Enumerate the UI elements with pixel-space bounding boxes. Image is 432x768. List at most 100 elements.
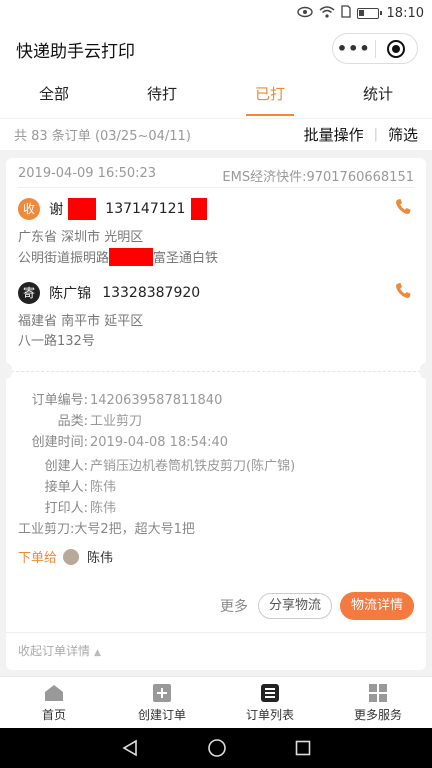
collapse-order-details-button[interactable]: 收起订单详情 ▲	[6, 632, 426, 670]
order-datetime: 2019-04-09 16:50:23	[18, 166, 157, 181]
battery-icon	[356, 7, 382, 19]
receiver-street: 公明街道振明路 富圣通白铁	[18, 248, 414, 269]
cargo-description: 工业剪刀:大号2把，超大号1把	[18, 522, 195, 537]
app-header: 快递助手云打印 •••	[0, 26, 432, 72]
app-title: 快递助手云打印	[16, 41, 135, 62]
home-circle-icon	[208, 739, 226, 757]
bottom-tab-bar: 首页 创建订单 订单列表 更多服务	[0, 676, 432, 728]
list-icon	[261, 683, 279, 702]
back-triangle-icon	[122, 739, 137, 757]
grid-icon	[369, 683, 387, 702]
card-divider	[6, 371, 426, 372]
order-number-label: 订单编号:	[31, 393, 88, 408]
logistics-detail-button[interactable]: 物流详情	[339, 592, 414, 620]
filter-button[interactable]: 筛选	[388, 124, 418, 145]
home-nav-button[interactable]	[207, 738, 227, 758]
bottom-tab-label: 创建订单	[137, 707, 186, 722]
receiver-province-city: 广东省 深圳市 光明区	[18, 230, 144, 245]
creator-value: 产销压边机卷筒机铁皮剪刀(陈广锦)	[90, 459, 296, 474]
tab-printed[interactable]: 已打	[216, 72, 324, 118]
wifi-icon	[319, 5, 335, 21]
redaction-mark	[68, 198, 97, 220]
card-notch-right	[420, 363, 432, 379]
sim-icon	[340, 5, 351, 21]
receiver-phone: 137147121	[105, 201, 186, 217]
carrier-waybill: EMS经济快件:9701760668151	[222, 170, 414, 185]
bottom-tab-more-services[interactable]: 更多服务	[324, 677, 432, 728]
redaction-mark	[109, 248, 154, 266]
close-button[interactable]	[376, 34, 418, 63]
sender-province-city: 福建省 南平市 延平区	[18, 314, 144, 329]
call-sender-phone-icon[interactable]	[394, 282, 412, 304]
creator-label: 创建人:	[44, 459, 88, 474]
order-count: 共 83 条订单 (03/25~04/11)	[14, 129, 191, 144]
assign-row: 下单给 陈伟	[18, 547, 414, 566]
order-info: 订单编号: 1420639587811840 品类: 工业剪刀 创建时间: 20…	[18, 390, 414, 566]
bottom-tab-label: 首页	[41, 707, 66, 722]
category-row: 品类: 工业剪刀	[18, 411, 414, 432]
eye-icon	[296, 6, 313, 21]
created-time-label: 创建时间:	[31, 435, 88, 450]
category-label: 品类:	[57, 414, 88, 429]
sender-name: 陈广锦	[49, 286, 92, 302]
receiver-street-suffix: 富圣通白铁	[153, 251, 219, 266]
card-notch-left	[0, 363, 12, 379]
category-value: 工业剪刀	[90, 414, 143, 429]
bottom-tab-create-order[interactable]: 创建订单	[108, 677, 216, 728]
bottom-tab-order-list[interactable]: 订单列表	[216, 677, 324, 728]
order-number-row: 订单编号: 1420639587811840	[18, 390, 414, 411]
assign-label: 下单给	[18, 551, 58, 566]
call-receiver-phone-icon[interactable]	[394, 198, 412, 220]
bottom-tab-label: 订单列表	[245, 707, 294, 722]
sender-phone: 13328387920	[102, 285, 201, 301]
tab-all[interactable]: 全部	[0, 72, 108, 118]
receiver-badge: 收	[18, 198, 40, 220]
tab-pending[interactable]: 待打	[108, 72, 216, 118]
sender-block: 寄 陈广锦 13328387920 福建省 南平市 延平区 八一路132号	[18, 282, 414, 352]
status-bar: 18:10	[0, 0, 432, 26]
receiver-name: 谢	[49, 202, 64, 218]
home-icon	[45, 684, 63, 701]
receiver-street-prefix: 公明街道振明路	[18, 251, 110, 266]
bottom-tab-label: 更多服务	[353, 707, 402, 722]
sender-badge: 寄	[18, 282, 40, 304]
bottom-tab-home[interactable]: 首页	[0, 677, 108, 728]
order-card-header: 2019-04-09 16:50:23 EMS经济快件:970176066815…	[18, 166, 414, 188]
target-icon	[387, 39, 406, 58]
more-button[interactable]: 更多	[220, 596, 248, 616]
status-time: 18:10	[386, 5, 424, 21]
chevron-up-icon: ▲	[94, 648, 101, 658]
avatar	[63, 548, 80, 565]
creator-row: 创建人: 产销压边机卷筒机铁皮剪刀(陈广锦)	[18, 456, 414, 477]
more-dots-icon: •••	[336, 38, 371, 58]
assignee-name: 陈伟	[87, 551, 114, 566]
taker-value: 陈伟	[90, 480, 117, 495]
printer-row: 打印人: 陈伟	[18, 498, 414, 519]
recents-square-icon	[295, 740, 311, 756]
order-tabs: 全部 待打 已打 统计	[0, 72, 432, 118]
batch-operation-button[interactable]: 批量操作	[304, 124, 364, 145]
toolbar-separator: |	[373, 127, 378, 142]
order-card: 2019-04-09 16:50:23 EMS经济快件:970176066815…	[0, 158, 432, 670]
list-toolbar: 共 83 条订单 (03/25~04/11) 批量操作 | 筛选	[0, 118, 432, 150]
order-actions: 更多 分享物流 物流详情	[220, 592, 414, 620]
recents-nav-button[interactable]	[295, 740, 311, 756]
collapse-label: 收起订单详情	[18, 644, 91, 658]
taker-row: 接单人: 陈伟	[18, 477, 414, 498]
system-nav-bar	[0, 728, 432, 768]
mini-program-capsule: •••	[332, 33, 418, 64]
redaction-mark	[190, 198, 207, 220]
created-time: 2019-04-08 18:54:40	[90, 435, 229, 450]
printer-label: 打印人:	[44, 501, 88, 516]
taker-label: 接单人:	[44, 480, 88, 495]
receiver-block: 收 谢 137147121 广东省 深圳市 光明区 公明街道振明路 富圣通白铁	[18, 198, 414, 269]
tab-stats[interactable]: 统计	[324, 72, 432, 118]
sender-street: 八一路132号	[18, 334, 95, 349]
printer-value: 陈伟	[90, 501, 117, 516]
more-dots-button[interactable]: •••	[333, 34, 375, 63]
add-order-icon	[153, 683, 171, 702]
back-nav-button[interactable]	[121, 739, 139, 757]
created-time-row: 创建时间: 2019-04-08 18:54:40	[18, 432, 414, 453]
order-number: 1420639587811840	[90, 393, 223, 408]
share-logistics-button[interactable]: 分享物流	[257, 593, 332, 619]
